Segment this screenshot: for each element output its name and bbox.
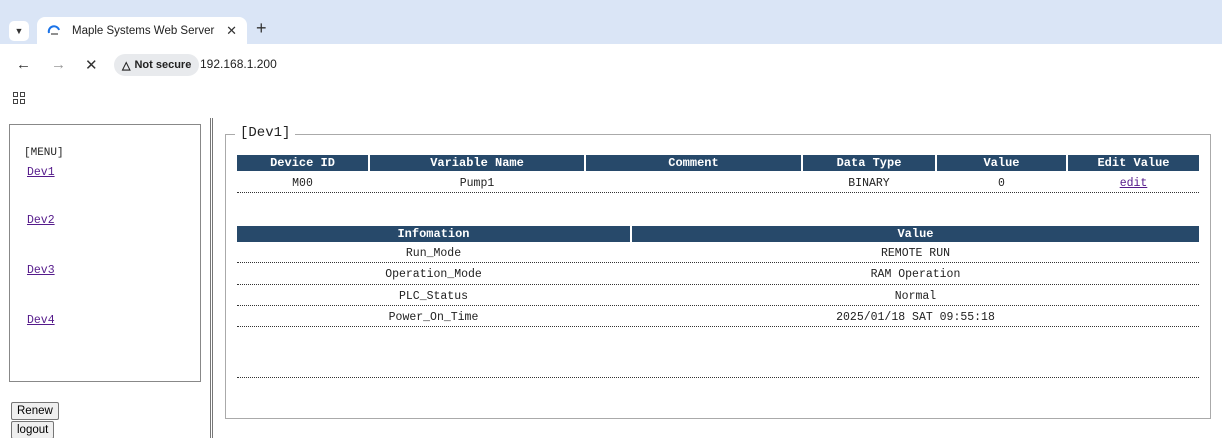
panel-legend: [Dev1]	[235, 125, 296, 141]
variable-name-cell: Pump1	[459, 177, 495, 190]
menu-link-dev2[interactable]: Dev2	[27, 214, 55, 227]
address-bar-url[interactable]: 192.168.1.200	[200, 57, 277, 71]
col-header-info-value: Value	[632, 226, 1199, 242]
info-label-run-mode: Run_Mode	[405, 247, 462, 260]
loading-spinner-icon	[47, 24, 60, 35]
menu-title: [MENU]	[24, 147, 64, 159]
col-header-infomation: Infomation	[237, 226, 630, 242]
info-value-operation-mode: RAM Operation	[870, 268, 961, 281]
row-separator	[237, 262, 1199, 263]
col-header-comment: Comment	[586, 155, 801, 171]
apps-grid-icon[interactable]	[13, 92, 25, 104]
col-header-device-id: Device ID	[237, 155, 368, 171]
menu-link-dev1[interactable]: Dev1	[27, 166, 55, 179]
warning-triangle-icon: △	[122, 59, 131, 72]
tab-close-icon[interactable]: ✕	[220, 23, 237, 39]
info-value-power-on-time: 2025/01/18 SAT 09:55:18	[836, 311, 995, 324]
edit-link[interactable]: edit	[1068, 177, 1199, 190]
new-tab-plus-icon[interactable]: +	[256, 18, 267, 39]
col-header-data-type: Data Type	[803, 155, 935, 171]
browser-toolbar: ← → ✕ △ Not secure 192.168.1.200	[0, 44, 1222, 84]
data-type-cell: BINARY	[848, 177, 890, 190]
menu-link-dev3[interactable]: Dev3	[27, 264, 55, 277]
row-separator	[237, 326, 1199, 327]
browser-tab[interactable]: Maple Systems Web Server ✕	[37, 17, 247, 44]
row-separator	[237, 192, 1199, 193]
tab-search-chevron-icon[interactable]: ▼	[9, 21, 29, 41]
row-separator	[237, 284, 1199, 285]
menu-frame	[9, 124, 201, 382]
tab-strip: ▼ Maple Systems Web Server ✕ +	[0, 0, 1222, 44]
logout-button[interactable]: logout	[11, 421, 55, 438]
info-value-plc-status: Normal	[894, 290, 937, 303]
bookmarks-bar	[0, 84, 1222, 114]
col-header-variable-name: Variable Name	[370, 155, 584, 171]
row-separator	[237, 305, 1199, 306]
renew-button[interactable]: Renew	[11, 402, 59, 420]
device-id-cell: M00	[292, 177, 313, 190]
info-label-plc-status: PLC_Status	[398, 290, 468, 303]
back-arrow-icon[interactable]: ←	[16, 56, 31, 73]
security-label: Not secure	[134, 59, 192, 71]
frame-divider[interactable]	[210, 118, 213, 438]
col-header-value: Value	[937, 155, 1066, 171]
menu-link-dev4[interactable]: Dev4	[27, 314, 55, 327]
col-header-edit-value: Edit Value	[1068, 155, 1199, 171]
info-value-run-mode: REMOTE RUN	[880, 247, 950, 260]
stop-loading-icon[interactable]: ✕	[85, 56, 98, 74]
info-label-power-on-time: Power_On_Time	[388, 311, 479, 324]
security-chip[interactable]: △ Not secure	[114, 54, 200, 76]
forward-arrow-icon[interactable]: →	[51, 56, 66, 73]
info-label-operation-mode: Operation_Mode	[385, 268, 482, 281]
panel-bottom-separator	[237, 377, 1199, 378]
value-cell: 0	[998, 177, 1005, 190]
tab-title: Maple Systems Web Server	[72, 24, 215, 37]
